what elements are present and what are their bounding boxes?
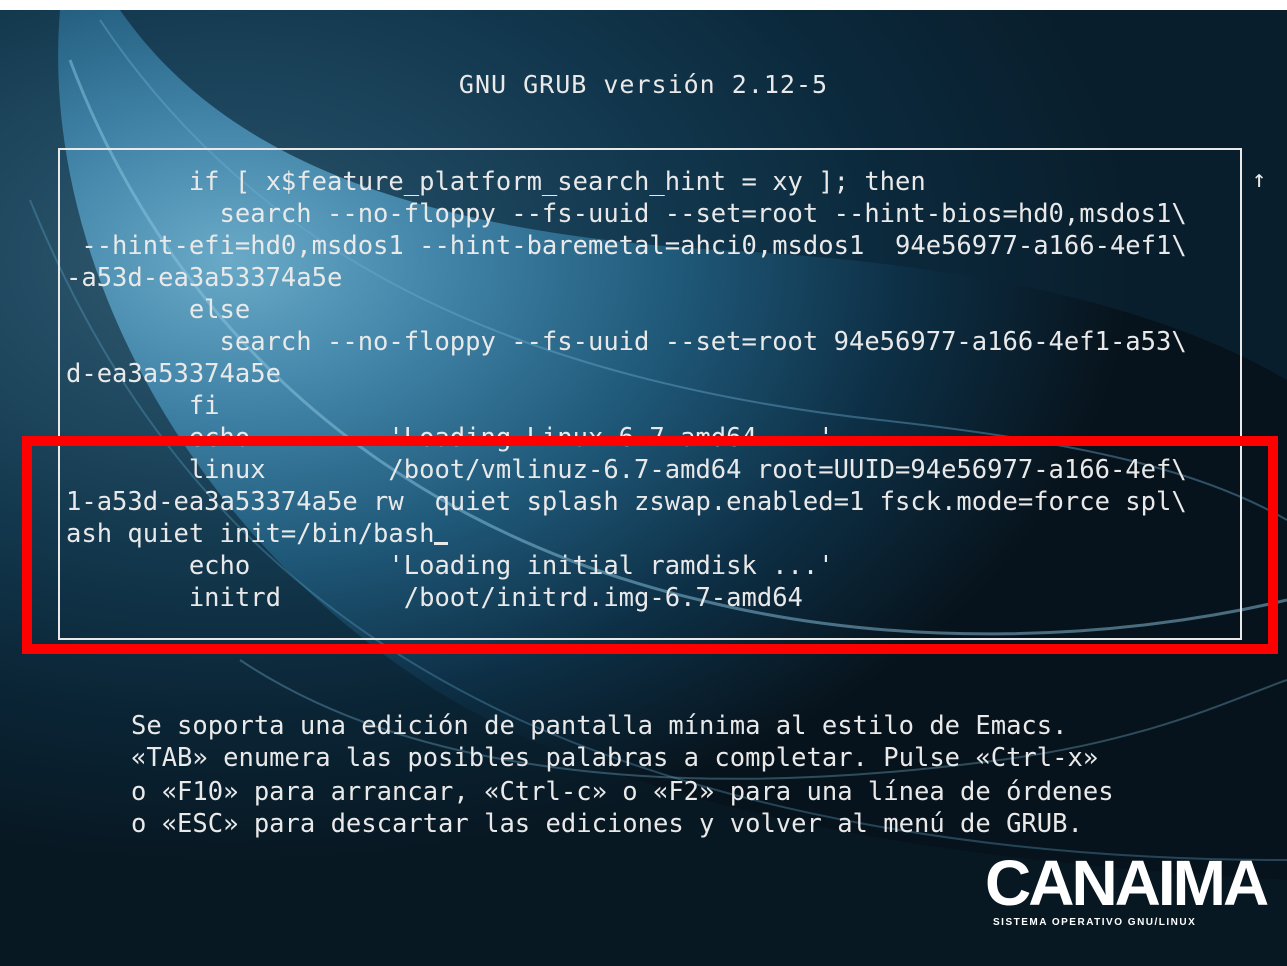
help-line: o «F10» para arrancar, «Ctrl-c» o «F2» p… [131,777,1114,807]
logo-wordmark: CANAIMA [985,847,1269,919]
editor-line[interactable]: if [ x$feature_platform_search_hint = xy… [66,166,926,198]
editor-line[interactable]: search --no-floppy --fs-uuid --set=root … [66,198,1187,230]
editor-line[interactable]: d-ea3a53374a5e [66,358,281,390]
grub-version-title: GNU GRUB versión 2.12-5 [458,70,829,99]
grub-screen: GNU GRUB versión 2.12-5 ↑ if [ x$feature… [0,0,1287,966]
help-line: o «ESC» para descartar las ediciones y v… [131,809,1083,839]
canaima-logo: CANAIMA SISTEMA OPERATIVO GNU/LINUX [985,850,1269,935]
scroll-up-indicator: ↑ [1252,165,1267,193]
logo-tagline: SISTEMA OPERATIVO GNU/LINUX [993,917,1197,928]
help-line: Se soporta una edición de pantalla mínim… [131,711,1068,741]
editor-line[interactable]: --hint-efi=hd0,msdos1 --hint-baremetal=a… [66,230,1186,262]
editor-line[interactable]: search --no-floppy --fs-uuid --set=root … [66,326,1187,358]
editor-line[interactable]: else [66,294,250,326]
editor-line[interactable]: fi [66,390,220,422]
help-line: «TAB» enumera las posibles palabras a co… [131,743,1099,773]
red-highlight-box [22,436,1278,654]
editor-line[interactable]: -a53d-ea3a53374a5e [66,262,342,294]
